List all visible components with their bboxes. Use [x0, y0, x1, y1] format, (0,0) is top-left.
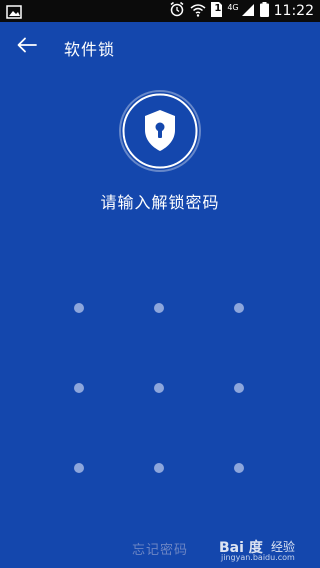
- pattern-dot-7[interactable]: [74, 463, 84, 473]
- pattern-dot-6[interactable]: [234, 383, 244, 393]
- shield-keyhole-icon: [118, 89, 202, 173]
- clock-time: 11:22: [273, 3, 314, 19]
- unlock-prompt: 请输入解锁密码: [100, 193, 220, 212]
- signal-icon: [241, 2, 255, 21]
- app-header: 软件锁: [0, 22, 320, 72]
- pattern-dot-9[interactable]: [234, 463, 244, 473]
- battery-icon: [259, 1, 269, 21]
- pattern-dot-2[interactable]: [154, 303, 164, 313]
- watermark-url: jingyan.baidu.com: [221, 553, 295, 562]
- wifi-icon: [190, 2, 206, 21]
- network-type-label: 4G: [227, 2, 239, 12]
- sim-icon: 1: [211, 1, 223, 21]
- sim-label: 1: [214, 2, 222, 14]
- page-title: 软件锁: [64, 40, 116, 59]
- baidu-watermark: Bai 度 经验 jingyan.baidu.com: [219, 535, 315, 565]
- back-arrow-icon: [17, 37, 37, 57]
- pattern-dot-3[interactable]: [234, 303, 244, 313]
- pattern-dot-4[interactable]: [74, 383, 84, 393]
- back-button[interactable]: [10, 30, 44, 64]
- image-icon: [6, 4, 22, 23]
- alarm-icon: [169, 1, 185, 21]
- pattern-grid: [0, 0, 320, 568]
- status-bar: 1 4G 11:22: [0, 0, 320, 22]
- pattern-dot-1[interactable]: [74, 303, 84, 313]
- pattern-dot-5[interactable]: [154, 383, 164, 393]
- pattern-dot-8[interactable]: [154, 463, 164, 473]
